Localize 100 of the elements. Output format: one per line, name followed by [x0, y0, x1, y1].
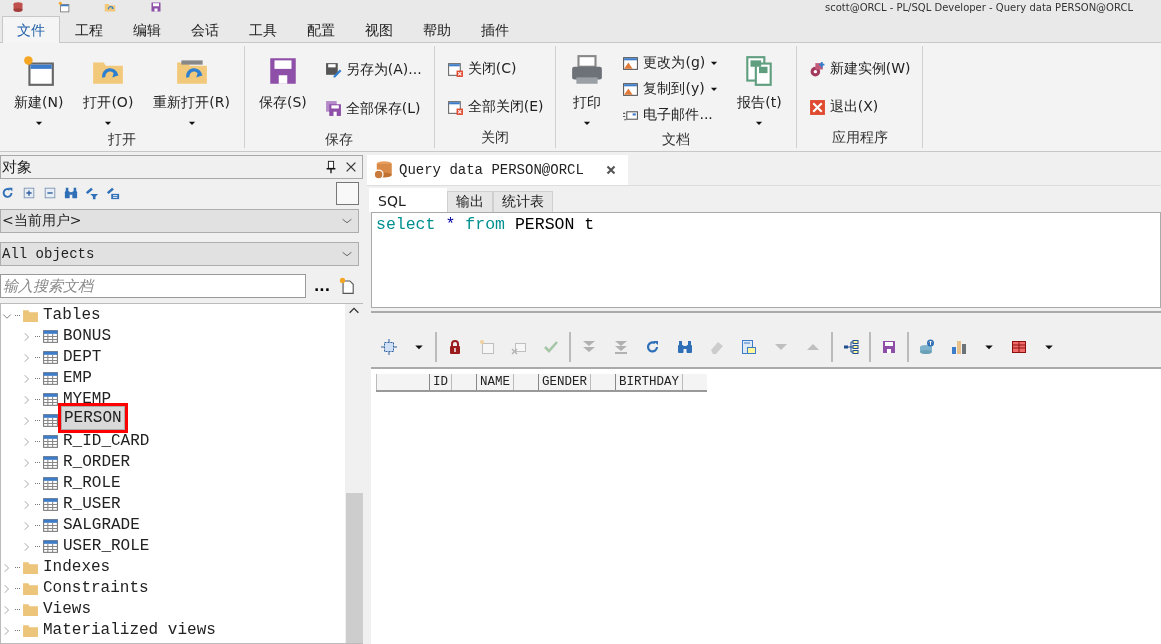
more-button[interactable]: ... [312, 278, 332, 294]
eraser-icon [709, 339, 725, 355]
ribbon-button[interactable]: 报告(t) [729, 50, 790, 128]
bar-chart-icon [951, 339, 967, 355]
menu-tab[interactable]: 会话 [176, 16, 234, 42]
table-icon [42, 517, 59, 534]
chevron-down-bar-icon [613, 339, 629, 355]
new-window-icon [21, 54, 56, 88]
tree-item[interactable]: R_ORDER [61, 454, 133, 471]
checkmark-icon [543, 339, 559, 355]
table-icon [42, 391, 59, 408]
ribbon-button[interactable]: 关闭(C) [444, 58, 546, 80]
folder-icon [104, 1, 116, 13]
tree-item[interactable]: Views [41, 601, 93, 618]
close-icon [344, 160, 358, 174]
menu-tab[interactable]: 工程 [60, 16, 118, 42]
menu-tab[interactable]: 视图 [350, 16, 408, 42]
binoculars-icon [677, 339, 693, 355]
exit-icon [808, 98, 826, 116]
sql-editor[interactable]: select * from PERSON t [371, 212, 1161, 308]
menu-tab[interactable]: 帮助 [408, 16, 466, 42]
menu-tab[interactable]: 配置 [292, 16, 350, 42]
tree-item[interactable]: Tables [41, 307, 103, 324]
folder-icon [22, 622, 39, 639]
ribbon-button[interactable]: 更改为(g) [620, 52, 722, 74]
tree-item[interactable]: BONUS [61, 328, 113, 345]
editor-tab[interactable]: 输出 [446, 191, 493, 212]
tree-item[interactable]: Constraints [41, 580, 151, 597]
tree-item[interactable]: Materialized views [41, 622, 218, 639]
tree-item[interactable]: Indexes [41, 559, 113, 576]
document-tab[interactable]: Query data PERSON@ORCL [367, 155, 628, 185]
table-icon [42, 328, 59, 345]
tree-item[interactable]: USER_ROLE [61, 538, 152, 555]
menu-tab[interactable]: 工具 [234, 16, 292, 42]
editor-tab[interactable]: SQL [369, 188, 447, 212]
toggle-box[interactable] [336, 181, 359, 205]
table-icon [42, 496, 59, 513]
folder-icon [22, 559, 39, 576]
tree-item[interactable]: SALGRADE [61, 517, 142, 534]
table-icon [42, 433, 59, 450]
ribbon-button[interactable]: 新建(N) [6, 50, 72, 128]
header-cell [376, 374, 429, 390]
group-label: 关闭 [480, 128, 511, 147]
folder-icon [22, 307, 39, 324]
sql-token: * [445, 215, 456, 234]
form-icon [741, 339, 757, 355]
table-icon [42, 370, 59, 387]
panel-title: 对象 [2, 157, 33, 177]
picture-icon [622, 80, 640, 98]
window-title: scott@ORCL - PL/SQL Developer - Query data PERSON@ORCL [825, 0, 1133, 14]
column-header[interactable]: GENDER [538, 374, 591, 390]
ribbon-button[interactable]: 全部保存(L) [322, 97, 424, 120]
tree-item[interactable]: DEPT [61, 349, 104, 366]
collapse-all-icon [43, 186, 57, 200]
header-cell [513, 374, 539, 390]
tree-item[interactable]: R_USER [61, 496, 123, 513]
group-label: 保存 [324, 130, 355, 149]
ribbon-button[interactable]: 打印 [562, 50, 613, 128]
column-header[interactable]: NAME [476, 374, 514, 390]
ribbon-button[interactable]: 打开(O) [75, 50, 142, 128]
table-icon [1011, 339, 1027, 355]
table-icon [42, 454, 59, 471]
menu-tab[interactable]: 编辑 [118, 16, 176, 42]
tree-item[interactable]: R_ID_CARD [61, 433, 152, 450]
search-field[interactable]: 输入搜索文档 [0, 274, 306, 298]
header-cell [590, 374, 616, 390]
group-label: 文档 [661, 130, 692, 149]
tree-item[interactable]: PERSON [61, 406, 125, 430]
ribbon-button[interactable]: 全部关闭(E) [444, 96, 546, 118]
menu-tab[interactable]: 插件 [466, 16, 524, 42]
sql-token: select [376, 215, 436, 234]
padlock-icon [447, 339, 463, 355]
ribbon-button[interactable]: 新建实例(W) [806, 58, 913, 80]
new-file-icon [337, 277, 356, 295]
tree-item[interactable]: MYEMP [61, 391, 113, 408]
owner-dropdown[interactable]: <当前用户> [0, 209, 359, 233]
table-icon [42, 412, 59, 429]
expand-all-icon [22, 186, 36, 200]
menu-tab[interactable]: 文件 [2, 16, 60, 43]
scrollbar[interactable] [345, 304, 363, 643]
ribbon-button[interactable]: 复制到(y) [620, 78, 722, 100]
ribbon-button[interactable]: 保存(S) [251, 50, 315, 128]
object-type-dropdown[interactable]: All objects [0, 242, 359, 266]
group-label: 应用程序 [830, 128, 889, 147]
table-icon [42, 538, 59, 555]
new-record-icon [479, 339, 495, 355]
ribbon-button[interactable]: 另存为(A)... [322, 58, 424, 81]
close-window-icon [446, 98, 464, 116]
tree-item[interactable]: EMP [61, 370, 94, 387]
selection-icon [381, 339, 397, 355]
ribbon-button[interactable]: 退出(X) [806, 96, 913, 118]
column-header[interactable]: BIRTHDAY [615, 374, 683, 390]
tree-item[interactable]: R_ROLE [61, 475, 123, 492]
column-header[interactable]: ID [429, 374, 451, 390]
editor-tab[interactable]: 统计表 [492, 191, 553, 212]
ribbon-button[interactable]: 重新打开(R) [145, 50, 238, 128]
refresh-icon [1, 186, 15, 200]
save-as-icon [324, 61, 342, 78]
double-chevron-down-icon [581, 339, 597, 355]
ribbon-button[interactable]: 电子邮件... [620, 104, 722, 126]
